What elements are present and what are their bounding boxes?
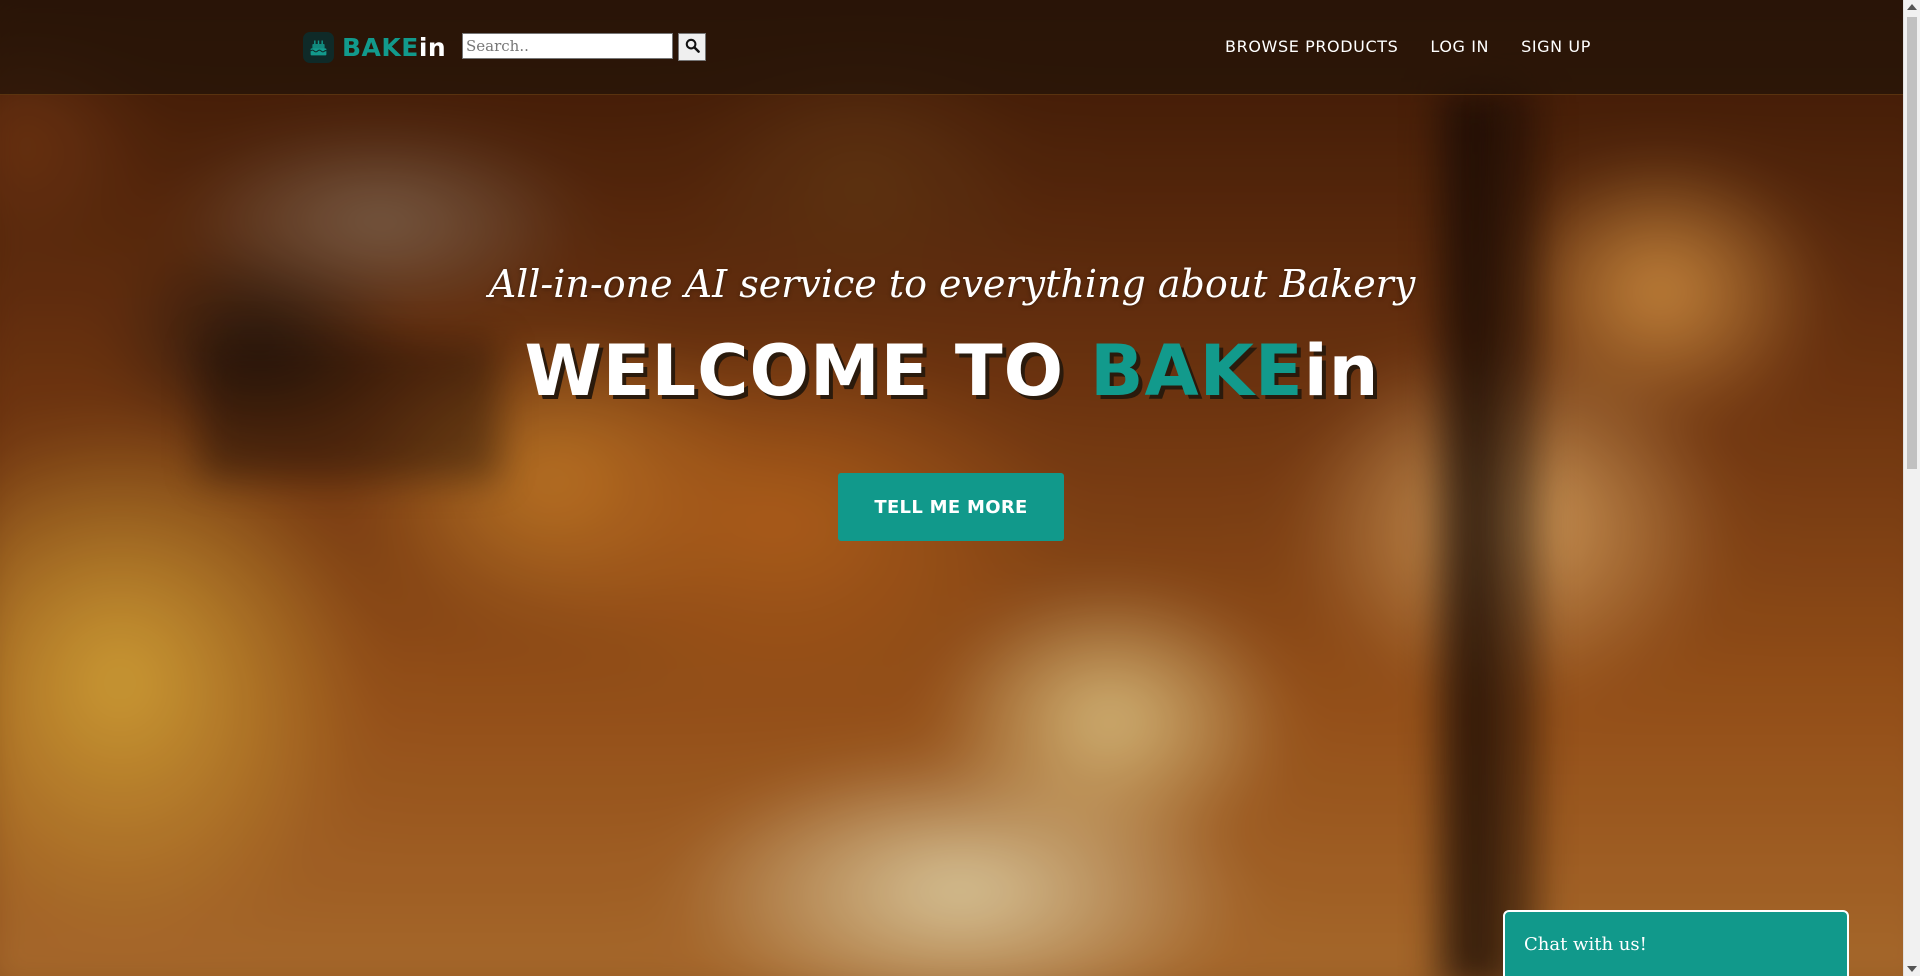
nav-link-sign-up[interactable]: SIGN UP — [1521, 37, 1591, 56]
hero-heading: WELCOME TO BAKEin — [0, 330, 1904, 412]
brand-name-bake: BAKE — [342, 33, 419, 62]
chat-widget[interactable]: Chat with us! — [1503, 910, 1849, 976]
search-form — [462, 33, 706, 61]
tell-me-more-button[interactable]: TELL ME MORE — [838, 473, 1064, 541]
search-input[interactable] — [462, 33, 673, 59]
nav-links: BROWSE PRODUCTS LOG IN SIGN UP — [1225, 37, 1591, 56]
scrollbar-thumb[interactable] — [1907, 17, 1917, 469]
nav-link-log-in[interactable]: LOG IN — [1430, 37, 1489, 56]
scroll-up-arrow-icon[interactable] — [1907, 4, 1917, 10]
chat-label: Chat with us! — [1524, 934, 1647, 955]
brand-logo-link[interactable]: BAKEin — [303, 32, 446, 63]
nav-link-browse-products[interactable]: BROWSE PRODUCTS — [1225, 37, 1398, 56]
hero-subtitle: All-in-one AI service to everything abou… — [488, 262, 1416, 306]
page-scrollbar[interactable] — [1903, 0, 1920, 976]
page: BAKEin BROWSE PRODUCTS LOG IN SIGN UP Al… — [0, 0, 1920, 976]
brand-name: BAKEin — [342, 33, 446, 62]
hero-heading-brand-in: in — [1303, 330, 1380, 412]
scroll-down-arrow-icon[interactable] — [1907, 966, 1917, 972]
brand-name-in: in — [418, 33, 447, 62]
top-navbar: BAKEin BROWSE PRODUCTS LOG IN SIGN UP — [0, 0, 1904, 95]
cake-icon — [303, 32, 334, 63]
search-button[interactable] — [678, 33, 706, 61]
hero-heading-prefix: WELCOME TO — [524, 330, 1065, 412]
search-icon — [685, 38, 700, 56]
hero-heading-brand-bake: BAKE — [1090, 330, 1304, 412]
